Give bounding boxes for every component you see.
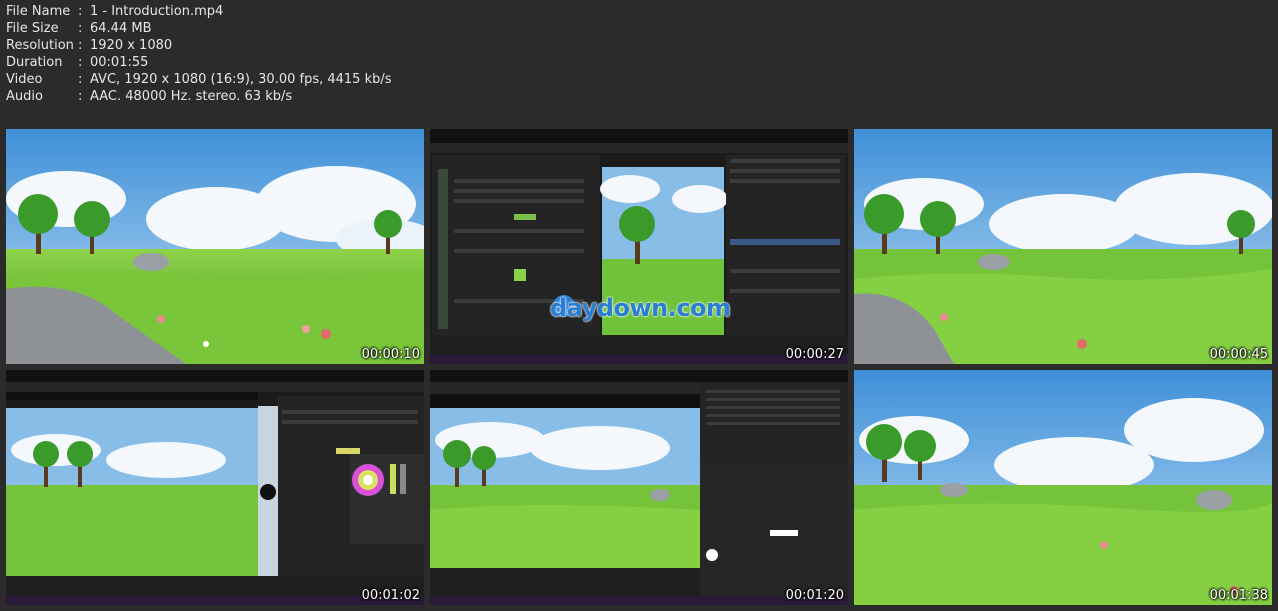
thumbnail-5[interactable]: 00:01:20 [430,370,848,605]
video-value: AVC, 1920 x 1080 (16:9), 30.00 fps, 4415… [90,72,392,87]
thumbnail-1[interactable]: 00:00:10 [6,129,424,364]
file-size-row: File Size : 64.44 MB [6,20,392,37]
thumbnail-4[interactable]: 00:01:02 [6,370,424,605]
timestamp: 00:01:02 [361,588,420,603]
meadow-scene [854,370,1272,605]
audio-row: Audio : AAC. 48000 Hz. stereo. 63 kb/s [6,88,392,105]
timestamp: 00:01:20 [785,588,844,603]
timestamp: 00:00:10 [361,347,420,362]
editor-scene [6,370,424,605]
separator: : [78,55,83,70]
separator: : [78,72,83,87]
resolution-label: Resolution [6,38,74,53]
audio-label: Audio [6,89,43,104]
file-name-label: File Name [6,4,71,19]
meadow-scene [6,129,424,364]
editor-scene [430,370,848,605]
duration-value: 00:01:55 [90,55,149,70]
editor-scene [430,129,848,364]
separator: : [78,4,83,19]
thumbnail-2[interactable]: daydown.com 00:00:27 [430,129,848,364]
file-name-row: File Name : 1 - Introduction.mp4 [6,3,392,20]
video-row: Video : AVC, 1920 x 1080 (16:9), 30.00 f… [6,71,392,88]
timestamp: 00:00:45 [1209,347,1268,362]
duration-row: Duration : 00:01:55 [6,54,392,71]
meadow-scene [854,129,1272,364]
resolution-value: 1920 x 1080 [90,38,173,53]
separator: : [78,21,83,36]
thumbnail-grid: 00:00:10 daydown.com 00:00:27 00:00:45 0… [6,129,1272,605]
thumbnail-6[interactable]: 00:01:38 [854,370,1272,605]
file-size-label: File Size [6,21,59,36]
timestamp: 00:00:27 [785,347,844,362]
thumbnail-3[interactable]: 00:00:45 [854,129,1272,364]
resolution-row: Resolution : 1920 x 1080 [6,37,392,54]
separator: : [78,38,83,53]
file-info-panel: File Name : 1 - Introduction.mp4 File Si… [6,3,392,105]
watermark-text: daydown.com [550,294,731,322]
timestamp: 00:01:38 [1209,588,1268,603]
audio-value: AAC. 48000 Hz. stereo. 63 kb/s [90,89,293,104]
duration-label: Duration [6,55,63,70]
file-size-value: 64.44 MB [90,21,152,36]
file-name-value: 1 - Introduction.mp4 [90,4,224,19]
separator: : [78,89,83,104]
video-label: Video [6,72,43,87]
